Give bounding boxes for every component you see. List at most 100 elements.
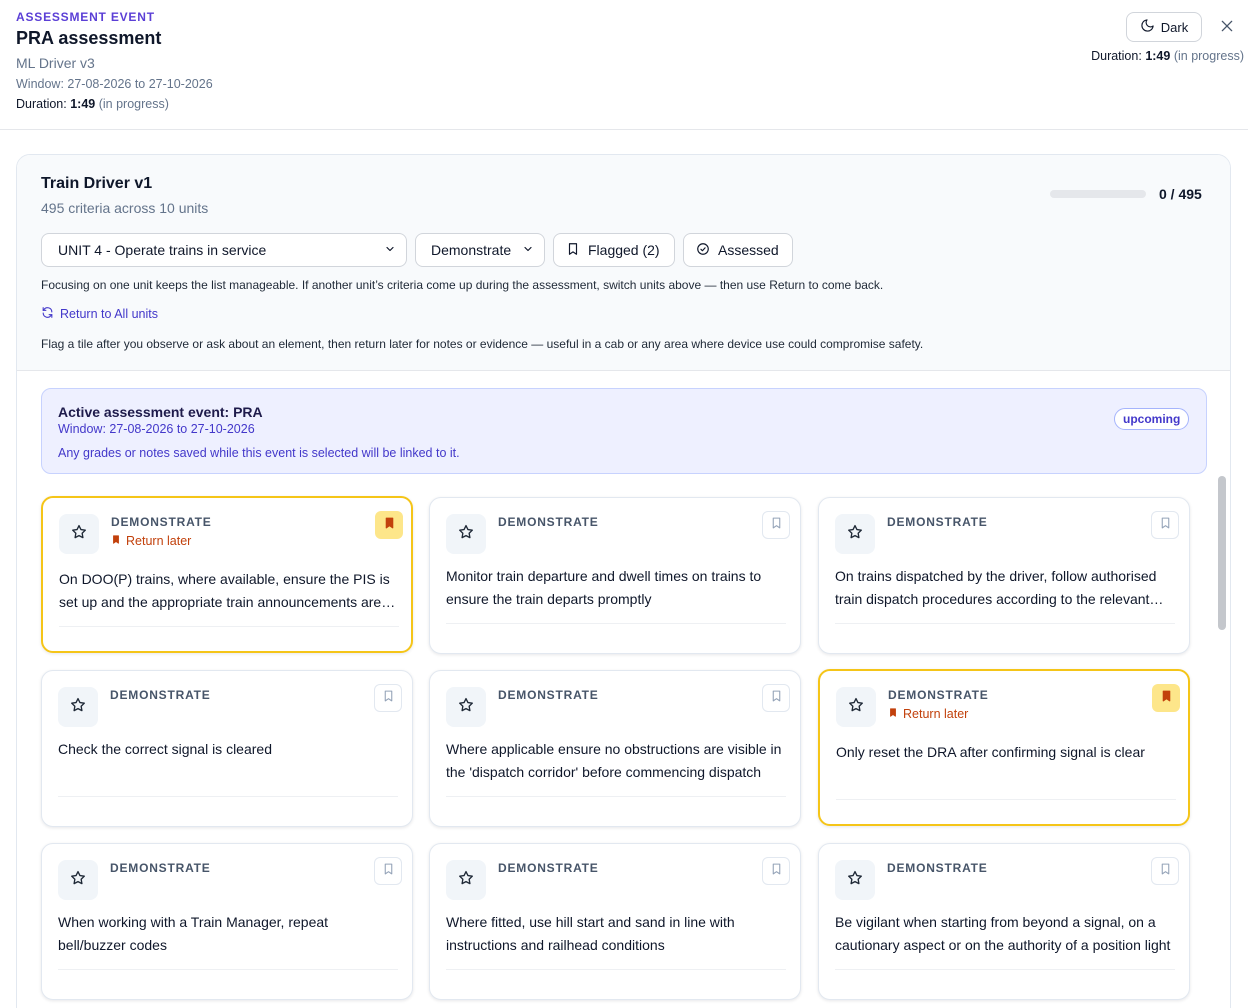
tile-divider <box>58 796 398 797</box>
star-icon <box>69 696 87 719</box>
flag-bookmark-button[interactable] <box>374 857 402 885</box>
star-icon <box>69 869 87 892</box>
close-button[interactable] <box>1216 17 1238 39</box>
active-event-banner: Active assessment event: PRA Window: 27-… <box>41 388 1207 474</box>
flag-bookmark-button[interactable] <box>1151 857 1179 885</box>
return-later-label: Return later <box>126 534 192 548</box>
criterion-tile[interactable]: DEMONSTRATE Return later Only reset the DR… <box>818 669 1190 826</box>
check-circle-icon <box>696 242 710 259</box>
criterion-text: Where fitted, use hill start and sand in… <box>446 914 735 953</box>
assessed-filter-button[interactable]: Assessed <box>683 233 793 267</box>
bookmark-icon <box>383 516 396 535</box>
criterion-tile[interactable]: DEMONSTRATE Return later On DOO(P) trains,… <box>41 496 413 653</box>
star-icon <box>847 696 865 719</box>
return-later-tag: Return later <box>888 707 968 721</box>
rate-star-button[interactable] <box>835 514 875 554</box>
return-to-all-units-link[interactable]: Return to All units <box>41 306 158 322</box>
star-icon <box>457 869 475 892</box>
criterion-text: Check the correct signal is cleared <box>58 741 272 757</box>
criterion-type: DEMONSTRATE <box>887 861 988 875</box>
bookmark-icon <box>566 242 580 259</box>
dark-mode-label: Dark <box>1160 19 1189 35</box>
criterion-type: DEMONSTRATE <box>498 515 599 529</box>
flag-bookmark-button[interactable] <box>374 684 402 712</box>
mode-select[interactable]: Demonstrate <box>415 233 545 267</box>
tile-divider <box>835 623 1175 624</box>
rate-star-button[interactable] <box>446 860 486 900</box>
criterion-text: On DOO(P) trains, where available, ensur… <box>59 571 390 610</box>
duration-value-right: 1:49 <box>1145 49 1171 63</box>
bookmark-icon <box>382 689 395 708</box>
flag-bookmark-button[interactable] <box>762 511 790 539</box>
event-banner-window: Window: 27-08-2026 to 27-10-2026 <box>58 422 255 436</box>
rate-star-button[interactable] <box>446 687 486 727</box>
bookmark-icon <box>1159 516 1172 535</box>
event-banner-note: Any grades or notes saved while this eve… <box>58 446 460 460</box>
progress-count: 0 / 495 <box>1159 186 1202 202</box>
assessment-header: ASSESSMENT EVENT PRA assessment ML Drive… <box>0 0 1248 130</box>
criterion-tile[interactable]: DEMONSTRATE Be vigilant when starting fro… <box>818 843 1190 1000</box>
tile-divider <box>836 799 1176 800</box>
tile-divider <box>59 626 399 627</box>
rate-star-button[interactable] <box>836 687 876 727</box>
event-status-badge: upcoming <box>1114 408 1190 430</box>
duration-value: 1:49 <box>70 97 96 111</box>
duration-label: Duration: <box>16 97 67 111</box>
flag-bookmark-button[interactable] <box>762 684 790 712</box>
criterion-tile[interactable]: DEMONSTRATE On trains dispatched by the d… <box>818 497 1190 654</box>
unit-select[interactable]: UNIT 4 - Operate trains in service <box>41 233 407 267</box>
chevron-down-icon <box>384 242 396 258</box>
criterion-tile[interactable]: DEMONSTRATE Where applicable ensure no ob… <box>429 670 801 827</box>
criterion-text: Be vigilant when starting from beyond a … <box>835 914 1171 953</box>
bookmark-icon <box>1159 862 1172 881</box>
criterion-type: DEMONSTRATE <box>110 688 211 702</box>
duration-right: Duration: 1:49 (in progress) <box>1091 49 1244 63</box>
progress-bar <box>1050 190 1146 198</box>
star-icon <box>457 523 475 546</box>
criterion-tile[interactable]: DEMONSTRATE Monitor train departure and d… <box>429 497 801 654</box>
duration-status-right: (in progress) <box>1173 49 1244 63</box>
panel-title: Train Driver v1 <box>41 175 153 192</box>
bookmark-icon <box>770 862 783 881</box>
event-banner-title: Active assessment event: PRA <box>58 404 263 420</box>
tile-divider <box>446 623 786 624</box>
criterion-text: Where applicable ensure no obstructions … <box>446 741 782 780</box>
tile-divider <box>835 969 1175 970</box>
rate-star-button[interactable] <box>58 860 98 900</box>
criterion-text: When working with a Train Manager, repea… <box>58 914 329 953</box>
flagged-filter-button[interactable]: Flagged (2) <box>553 233 675 267</box>
criterion-tile[interactable]: DEMONSTRATE Where fitted, use hill start … <box>429 843 801 1000</box>
criterion-text: On trains dispatched by the driver, foll… <box>835 568 1157 607</box>
criterion-type: DEMONSTRATE <box>887 515 988 529</box>
flag-bookmark-button[interactable] <box>375 511 403 539</box>
flag-guidance: Flag a tile after you observe or ask abo… <box>41 337 924 351</box>
bookmark-icon <box>770 516 783 535</box>
duration-label-right: Duration: <box>1091 49 1142 63</box>
criterion-tile[interactable]: DEMONSTRATE Check the correct signal is c… <box>41 670 413 827</box>
rate-star-button[interactable] <box>446 514 486 554</box>
criterion-type: DEMONSTRATE <box>498 688 599 702</box>
star-icon <box>70 523 88 546</box>
criterion-text: Only reset the DRA after confirming sign… <box>836 744 1145 760</box>
flag-bookmark-button[interactable] <box>1151 511 1179 539</box>
refresh-icon <box>41 306 54 322</box>
tile-divider <box>58 969 398 970</box>
chevron-down-icon <box>522 242 534 258</box>
flag-bookmark-button[interactable] <box>1152 684 1180 712</box>
dark-mode-button[interactable]: Dark <box>1126 12 1202 42</box>
rate-star-button[interactable] <box>835 860 875 900</box>
bookmark-icon <box>888 707 898 721</box>
rate-star-button[interactable] <box>59 514 99 554</box>
star-icon <box>846 523 864 546</box>
bookmark-icon <box>382 862 395 881</box>
scrollbar-thumb[interactable] <box>1218 476 1226 630</box>
flagged-filter-label: Flagged (2) <box>588 242 660 258</box>
rate-star-button[interactable] <box>58 687 98 727</box>
criterion-type: DEMONSTRATE <box>110 861 211 875</box>
flag-bookmark-button[interactable] <box>762 857 790 885</box>
return-later-label: Return later <box>903 707 969 721</box>
criterion-tile[interactable]: DEMONSTRATE When working with a Train Man… <box>41 843 413 1000</box>
page-subtitle: ML Driver v3 <box>16 55 95 71</box>
duration-left: Duration: 1:49 (in progress) <box>16 97 169 111</box>
eyebrow-label: ASSESSMENT EVENT <box>16 10 155 24</box>
